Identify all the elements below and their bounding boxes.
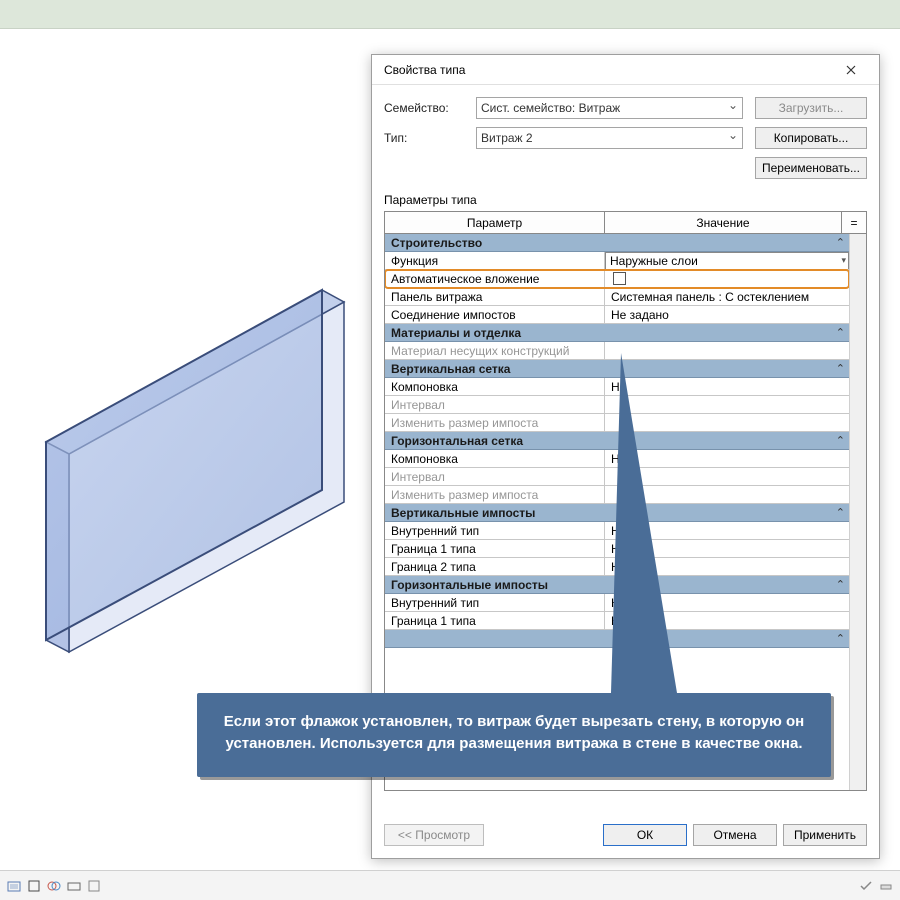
type-label: Тип: — [384, 131, 470, 145]
param-name: Внутренний тип — [385, 594, 605, 611]
param-name: Материал несущих конструкций — [385, 342, 605, 359]
grid-scrollbar[interactable] — [849, 234, 866, 790]
col-header-eq: = — [842, 212, 866, 233]
family-select[interactable]: Сист. семейство: Витраж — [476, 97, 743, 119]
value-checkbox[interactable] — [613, 272, 626, 285]
curtain-wall-preview — [34, 254, 379, 654]
grid-header: Параметр Значение = — [385, 212, 866, 234]
collapse-icon[interactable]: ⌃ — [836, 236, 845, 249]
ok-button[interactable]: ОК — [603, 824, 687, 846]
param-row[interactable]: ФункцияНаружные слои — [385, 252, 849, 270]
apply-button[interactable]: Применить — [783, 824, 867, 846]
group-header[interactable]: Материалы и отделка⌃ — [385, 324, 849, 342]
param-name: Компоновка — [385, 378, 605, 395]
param-name: Интервал — [385, 468, 605, 485]
param-row[interactable]: Панель витражаСистемная панель : С остек… — [385, 288, 849, 306]
param-name: Компоновка — [385, 450, 605, 467]
dialog-title: Свойства типа — [384, 63, 831, 77]
param-name: Автоматическое вложение — [385, 270, 605, 287]
collapse-icon[interactable]: ⌃ — [836, 326, 845, 339]
status-icon-5[interactable] — [86, 878, 102, 894]
collapse-icon[interactable]: ⌃ — [836, 434, 845, 447]
param-name: Соединение импостов — [385, 306, 605, 323]
load-button: Загрузить... — [755, 97, 867, 119]
value-dropdown[interactable]: Наружные слои — [605, 252, 849, 269]
collapse-icon[interactable]: ⌃ — [836, 506, 845, 519]
status-icon-right-1[interactable] — [858, 878, 874, 894]
status-icon-right-2[interactable] — [878, 878, 894, 894]
param-name: Граница 1 типа — [385, 612, 605, 629]
status-icon-1[interactable] — [6, 878, 22, 894]
param-row[interactable]: Соединение импостовНе задано — [385, 306, 849, 324]
app-ribbon-strip — [0, 0, 900, 29]
status-icon-4[interactable] — [66, 878, 82, 894]
close-icon — [846, 65, 856, 75]
cancel-button[interactable]: Отмена — [693, 824, 777, 846]
group-header[interactable]: Строительство⌃ — [385, 234, 849, 252]
type-select[interactable]: Витраж 2 — [476, 127, 743, 149]
param-name: Панель витража — [385, 288, 605, 305]
col-header-parameter: Параметр — [385, 212, 605, 233]
param-value[interactable] — [605, 270, 849, 287]
duplicate-button[interactable]: Копировать... — [755, 127, 867, 149]
param-row[interactable]: Автоматическое вложение — [385, 270, 849, 288]
collapse-icon[interactable]: ⌃ — [836, 362, 845, 375]
collapse-icon[interactable]: ⌃ — [836, 632, 845, 645]
parameters-label: Параметры типа — [372, 193, 879, 211]
close-button[interactable] — [831, 56, 871, 84]
param-name: Изменить размер импоста — [385, 414, 605, 431]
dialog-titlebar: Свойства типа — [372, 55, 879, 85]
rename-button[interactable]: Переименовать... — [755, 157, 867, 179]
param-name: Изменить размер импоста — [385, 486, 605, 503]
param-name: Интервал — [385, 396, 605, 413]
preview-button: << Просмотр — [384, 824, 484, 846]
param-name: Граница 2 типа — [385, 558, 605, 575]
param-value[interactable]: Не задано — [605, 306, 849, 323]
status-bar — [0, 870, 900, 900]
dialog-button-bar: << Просмотр ОК Отмена Применить — [372, 812, 879, 858]
param-name: Функция — [385, 252, 605, 269]
family-label: Семейство: — [384, 101, 470, 115]
param-value[interactable]: Наружные слои — [605, 252, 849, 269]
help-callout: Если этот флажок установлен, то витраж б… — [197, 693, 831, 777]
collapse-icon[interactable]: ⌃ — [836, 578, 845, 591]
col-header-value: Значение — [605, 212, 842, 233]
status-icon-3[interactable] — [46, 878, 62, 894]
status-icon-2[interactable] — [26, 878, 42, 894]
form-area: Семейство: Сист. семейство: Витраж Загру… — [372, 85, 879, 193]
param-name: Внутренний тип — [385, 522, 605, 539]
param-value[interactable]: Системная панель : С остеклением — [605, 288, 849, 305]
param-name: Граница 1 типа — [385, 540, 605, 557]
